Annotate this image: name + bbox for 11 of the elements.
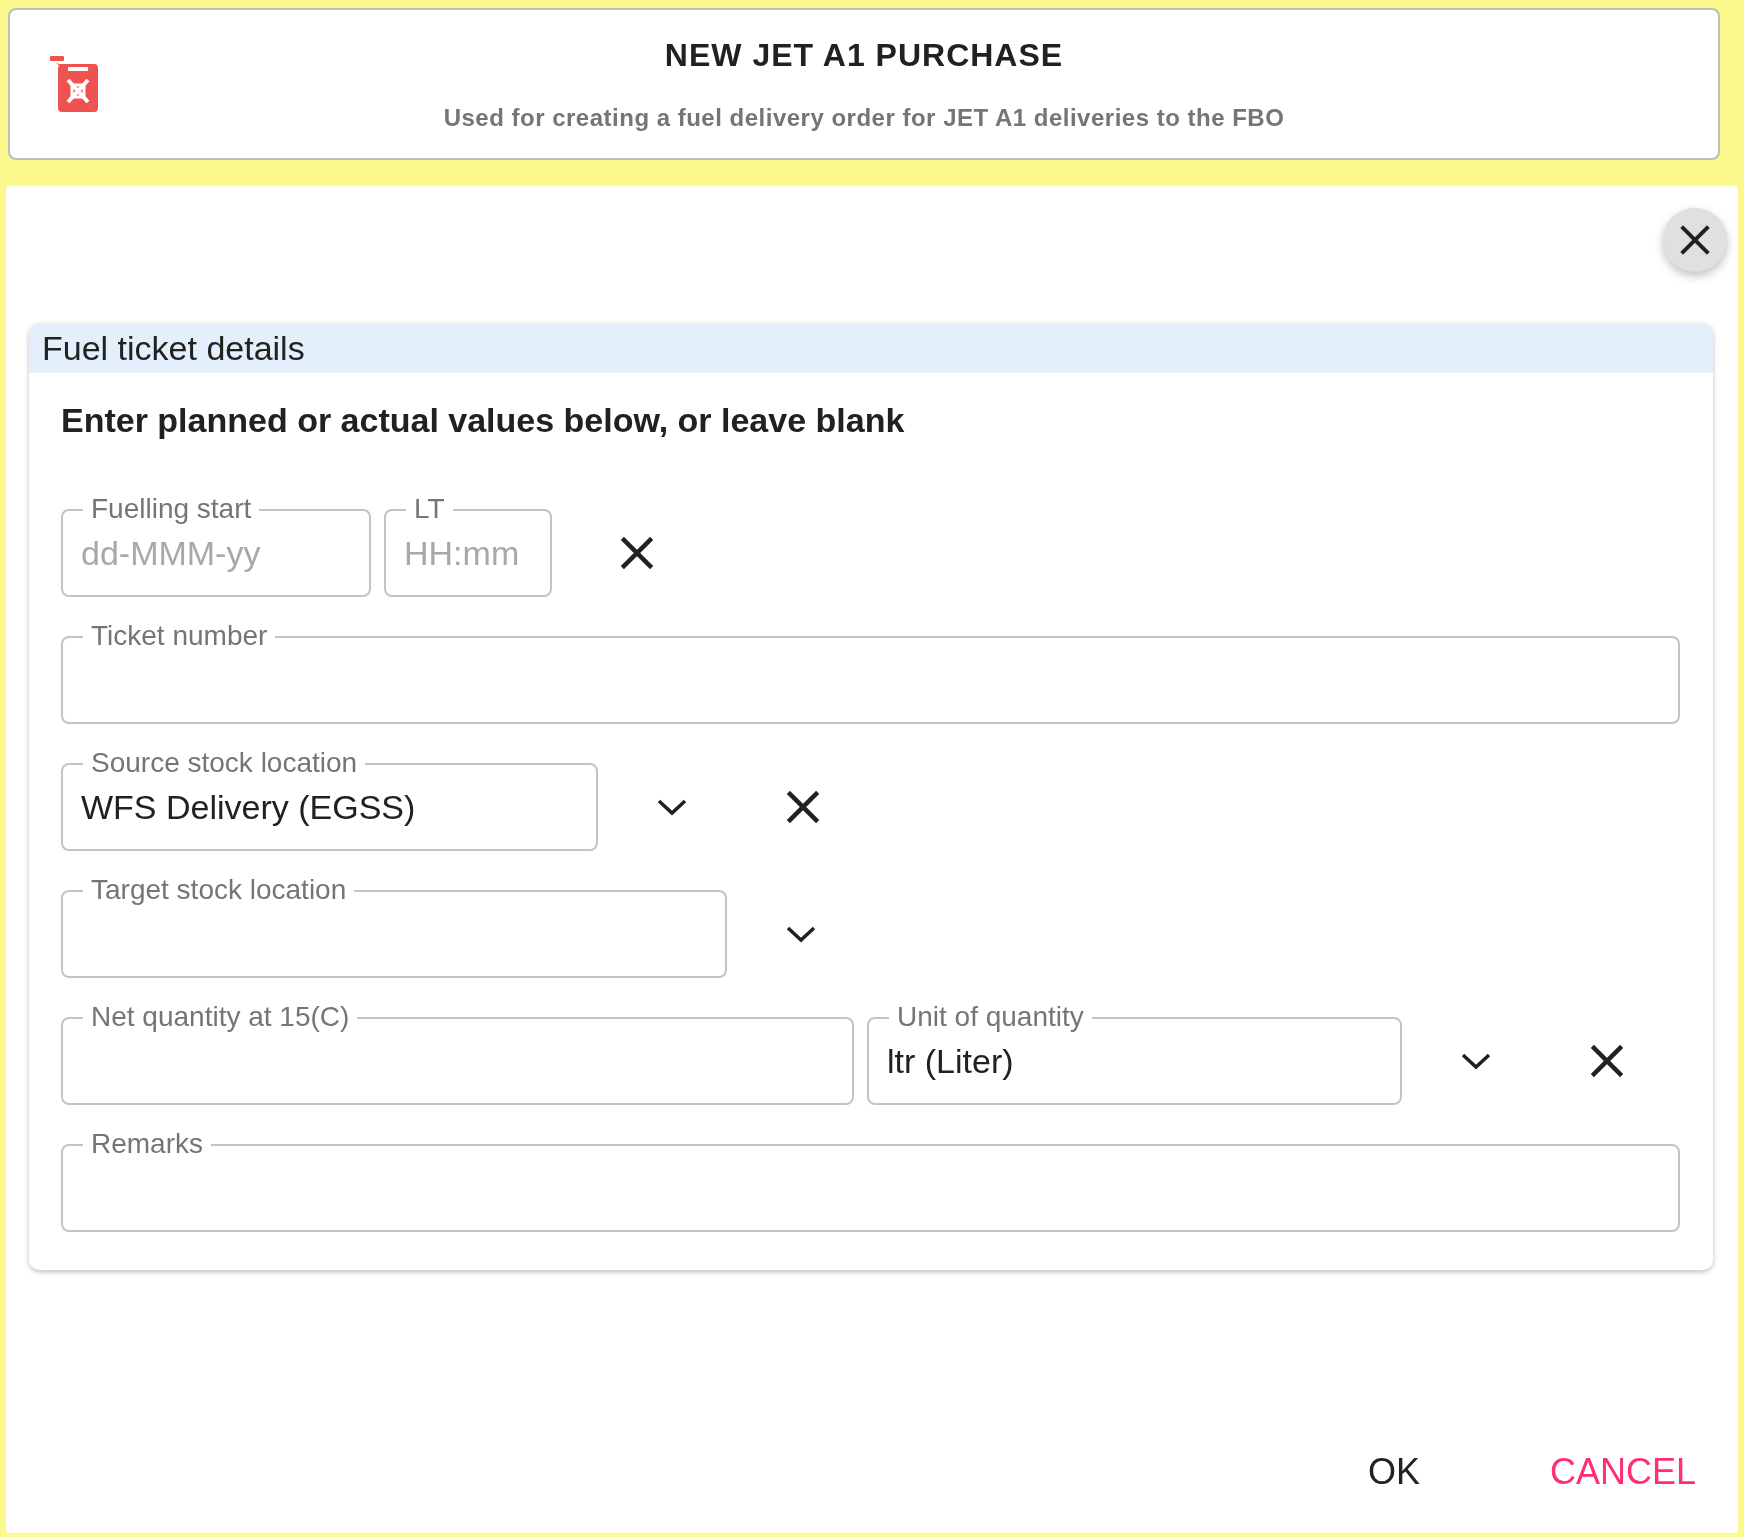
cancel-button[interactable]: CANCEL [1539,1443,1706,1501]
chevron-down-icon [785,924,817,944]
chevron-down-icon [656,797,688,817]
fuel-can-icon [48,56,98,112]
dialog-subtitle: Used for creating a fuel delivery order for JET A1 deliveries to the FBO [443,103,1285,132]
close-button[interactable] [1663,208,1727,272]
ok-button[interactable]: OK [1357,1443,1430,1501]
instruction-text: Enter planned or actual values below, or leave blank [61,401,906,440]
dialog-title: NEW JET A1 PURCHASE [664,36,1064,74]
card-title: Fuel ticket details [29,323,1713,373]
chevron-down-icon [1460,1051,1492,1071]
